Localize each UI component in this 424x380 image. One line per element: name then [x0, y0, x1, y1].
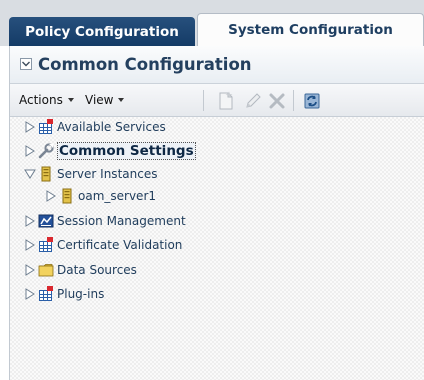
- toolbar: Actions View: [10, 84, 424, 117]
- expand-arrow-icon[interactable]: [45, 190, 57, 202]
- new-icon[interactable]: [216, 91, 236, 111]
- wrench-icon: [38, 143, 54, 159]
- tree-item-data-sources[interactable]: Data Sources: [24, 260, 137, 280]
- chevron-down-icon: [22, 61, 30, 67]
- expand-arrow-icon[interactable]: [24, 239, 36, 251]
- tree-item-certificate-validation[interactable]: Certificate Validation: [24, 235, 182, 255]
- view-menu-label: View: [85, 93, 114, 107]
- toolbar-separator: [293, 90, 294, 111]
- expand-arrow-icon[interactable]: [24, 215, 36, 227]
- expand-arrow-icon[interactable]: [24, 145, 36, 157]
- tree-item-label: oam_server1: [78, 189, 157, 203]
- tree-item-label: Available Services: [57, 120, 166, 134]
- expand-arrow-icon[interactable]: [24, 121, 36, 133]
- session-icon: [38, 214, 54, 228]
- tab-system-configuration-label: System Configuration: [228, 22, 393, 38]
- actions-menu-label: Actions: [19, 93, 63, 107]
- server-icon: [62, 188, 72, 204]
- tree-item-label: Server Instances: [57, 167, 158, 181]
- tree-item-common-settings[interactable]: Common Settings: [24, 141, 196, 161]
- tree-item-label: Data Sources: [57, 263, 137, 277]
- services-icon: [39, 119, 53, 134]
- view-menu[interactable]: View: [85, 93, 125, 107]
- tab-system-configuration[interactable]: System Configuration: [197, 13, 424, 46]
- tab-policy-configuration[interactable]: Policy Configuration: [9, 17, 195, 46]
- view-caret-icon: [118, 98, 125, 102]
- actions-menu[interactable]: Actions: [19, 93, 74, 107]
- expand-arrow-icon[interactable]: [24, 264, 36, 276]
- tree-item-label: Certificate Validation: [57, 238, 183, 252]
- tree-item-label: Session Management: [57, 214, 186, 228]
- tree-item-available-services[interactable]: Available Services: [24, 117, 166, 137]
- edit-icon[interactable]: [243, 91, 263, 111]
- tree-item-session-management[interactable]: Session Management: [24, 211, 186, 231]
- tree-item-oam-server1[interactable]: oam_server1: [45, 186, 156, 206]
- folder-icon: [38, 264, 54, 277]
- delete-icon[interactable]: [267, 91, 287, 111]
- tab-bar: Policy Configuration System Configuratio…: [0, 0, 424, 46]
- collapse-button[interactable]: [20, 58, 32, 70]
- tree-item-label: Plug-ins: [57, 287, 105, 301]
- server-icon: [41, 166, 51, 182]
- tree-item-label: Common Settings: [57, 142, 196, 160]
- certificate-icon: [39, 237, 53, 252]
- toolbar-separator: [203, 90, 204, 111]
- panel-header: Common Configuration: [10, 46, 424, 84]
- tab-policy-configuration-label: Policy Configuration: [25, 23, 179, 40]
- panel-title: Common Configuration: [38, 55, 252, 74]
- tree-item-server-instances[interactable]: Server Instances: [24, 164, 157, 184]
- actions-caret-icon: [67, 98, 74, 102]
- tree-item-plug-ins[interactable]: Plug-ins: [24, 284, 104, 304]
- plugin-icon: [39, 286, 53, 301]
- expand-arrow-icon[interactable]: [24, 288, 36, 300]
- collapse-arrow-icon[interactable]: [24, 168, 36, 180]
- refresh-icon[interactable]: [302, 91, 322, 111]
